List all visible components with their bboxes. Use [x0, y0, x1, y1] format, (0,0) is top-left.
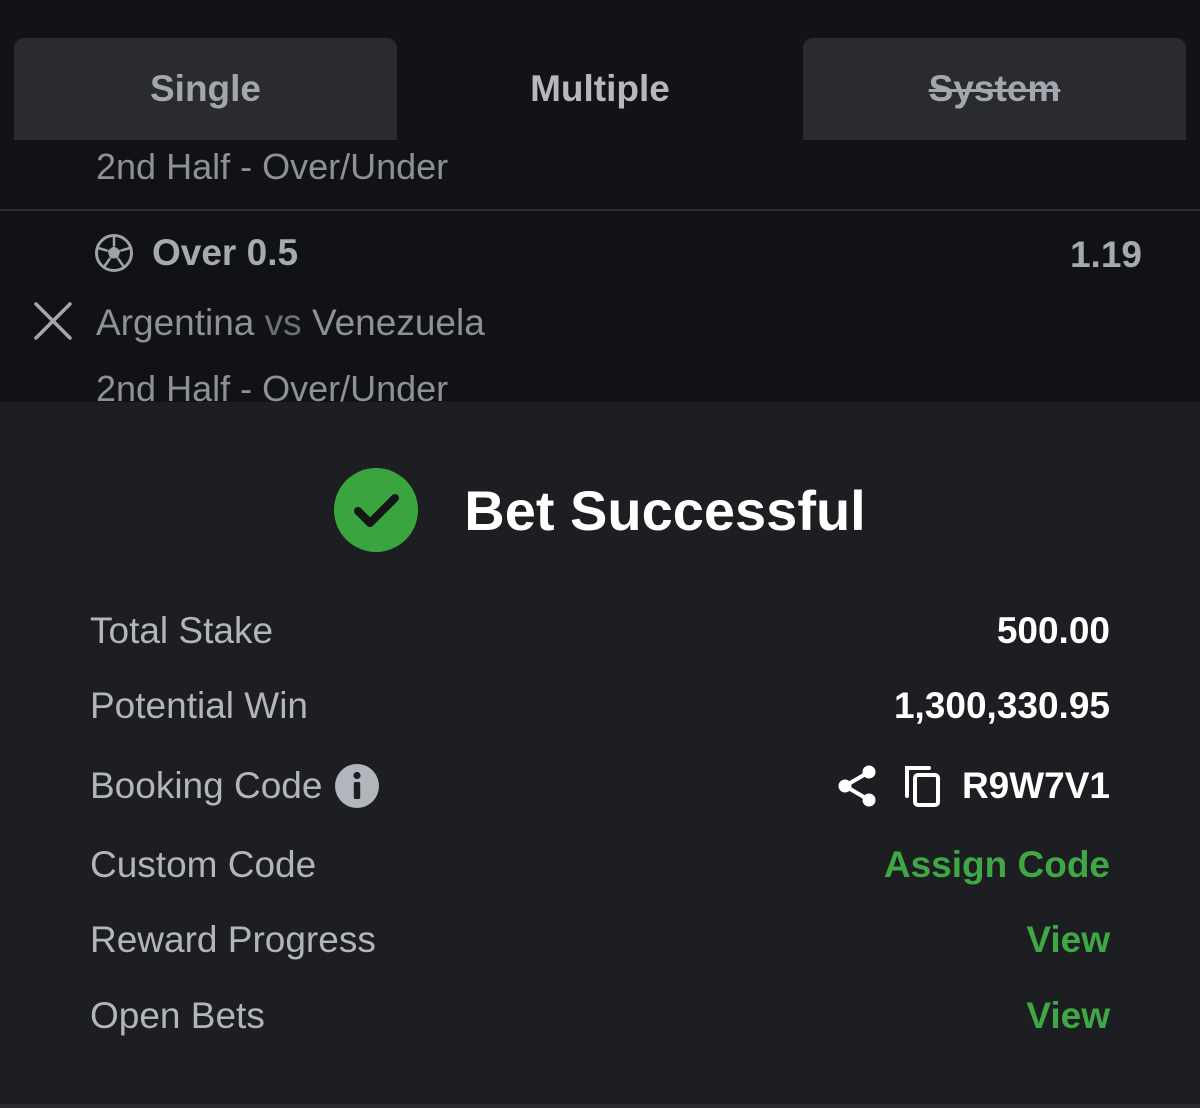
home-team: Argentina [96, 302, 255, 343]
booking-code-row: Booking Code R9W7V1 [90, 756, 1110, 816]
tab-multiple[interactable]: Multiple [410, 38, 790, 140]
total-stake-value: 500.00 [996, 610, 1110, 651]
reward-progress-label: Reward Progress [90, 919, 376, 960]
selection-divider [0, 209, 1200, 211]
info-icon[interactable] [334, 763, 380, 809]
open-bets-view-link[interactable]: View [1026, 995, 1110, 1037]
check-circle-icon [334, 468, 419, 552]
open-bets-label: Open Bets [90, 995, 265, 1036]
total-stake-row: Total Stake 500.00 [90, 601, 1110, 661]
potential-win-row: Potential Win 1,300,330.95 [90, 676, 1110, 736]
booking-code-label-wrap: Booking Code [90, 763, 380, 809]
soccer-ball-icon [95, 234, 133, 272]
custom-code-row: Custom Code Assign Code [90, 835, 1110, 895]
versus-text: vs [264, 302, 302, 343]
tab-single-label: Single [149, 68, 262, 109]
reward-progress-row: Reward Progress View [90, 910, 1110, 970]
previous-selection-market: 2nd Half - Over/Under [96, 146, 449, 187]
bet-success-panel: Bet Successful Total Stake 500.00 Potent… [0, 402, 1200, 1108]
selection-header: Over 0.5 [94, 232, 298, 274]
potential-win-label: Potential Win [90, 685, 308, 726]
total-stake-label: Total Stake [90, 610, 274, 651]
bet-type-tabs: Single Multiple System [0, 0, 1200, 140]
booking-code-value: R9W7V1 [961, 765, 1110, 806]
tab-system-label: System [928, 68, 1061, 109]
open-bets-row: Open Bets View [90, 986, 1110, 1046]
tab-multiple-label: Multiple [530, 68, 670, 109]
selection-name: Over 0.5 [152, 232, 299, 273]
selection-odds: 1.19 [1069, 234, 1142, 275]
close-icon[interactable] [32, 300, 74, 342]
tab-system[interactable]: System [803, 38, 1186, 140]
reward-progress-view-link[interactable]: View [1026, 919, 1110, 961]
assign-code-link[interactable]: Assign Code [884, 844, 1110, 886]
booking-code-label: Booking Code [90, 765, 323, 806]
betslip-screen: Single Multiple System 2nd Half - Over/U… [0, 0, 1200, 1108]
success-title: Bet Successful [464, 478, 866, 542]
potential-win-value: 1,300,330.95 [893, 685, 1110, 726]
away-team: Venezuela [311, 302, 485, 343]
selection-market: 2nd Half - Over/Under [96, 368, 449, 402]
bet-selection-list: 2nd Half - Over/Under Over 0.5 1.19 Arge… [0, 140, 1200, 402]
panel-bottom-divider [0, 1104, 1200, 1108]
copy-icon[interactable] [902, 764, 942, 808]
custom-code-label: Custom Code [90, 844, 317, 885]
share-icon[interactable] [836, 764, 878, 808]
match-name: Argentina vs Venezuela [96, 302, 485, 344]
booking-code-value-wrap: R9W7V1 [836, 764, 1110, 808]
tab-single[interactable]: Single [14, 38, 397, 140]
success-header: Bet Successful [0, 468, 1200, 552]
